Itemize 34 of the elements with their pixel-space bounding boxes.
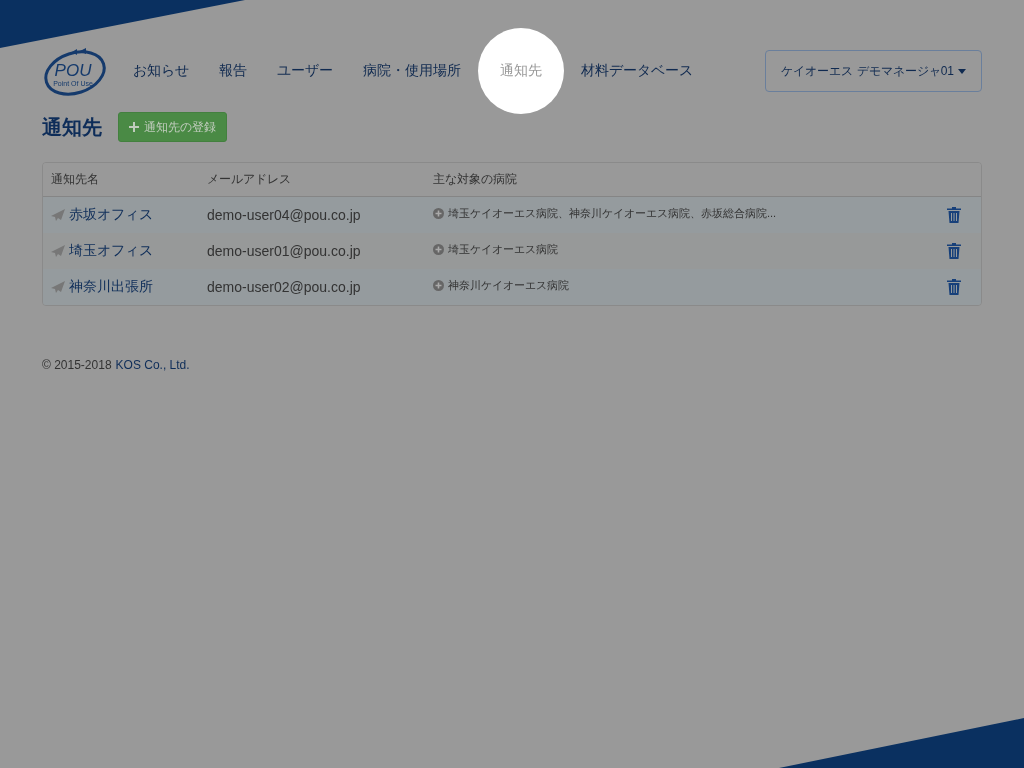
hospital-list: 埼玉ケイオーエス病院、神奈川ケイオーエス病院、赤坂総合病院... bbox=[448, 205, 777, 221]
plus-circle-icon bbox=[433, 279, 444, 291]
company-link[interactable]: KOS Co., Ltd. bbox=[115, 358, 190, 372]
add-button[interactable]: 通知先の登録 bbox=[118, 112, 227, 142]
plus-circle-icon bbox=[433, 207, 444, 219]
plus-icon bbox=[129, 122, 139, 132]
paper-plane-icon bbox=[51, 245, 65, 257]
column-header: メールアドレス bbox=[206, 171, 292, 188]
hospital-list: 神奈川ケイオーエス病院 bbox=[448, 277, 569, 293]
nav-link[interactable]: お知らせ bbox=[118, 51, 204, 91]
recipient-link[interactable]: 赤坂オフィス bbox=[43, 206, 199, 224]
plus-circle-icon bbox=[433, 243, 444, 255]
trash-icon[interactable] bbox=[947, 207, 961, 223]
trash-icon[interactable] bbox=[947, 243, 961, 259]
trash-icon[interactable] bbox=[947, 279, 961, 295]
column-header: 主な対象の病院 bbox=[432, 171, 518, 188]
paper-plane-icon bbox=[51, 209, 65, 221]
nav-link[interactable]: 病院・使用場所 bbox=[348, 51, 476, 91]
email-cell-text: demo-user02@pou.co.jp bbox=[206, 279, 362, 295]
nav-link[interactable]: 材料データベース bbox=[566, 51, 708, 91]
nav-link[interactable]: 通知先 bbox=[478, 28, 564, 114]
email-cell-text: demo-user01@pou.co.jp bbox=[206, 243, 362, 259]
nav-link[interactable]: ユーザー bbox=[262, 51, 348, 91]
paper-plane-icon bbox=[51, 281, 65, 293]
hospital-list: 埼玉ケイオーエス病院 bbox=[448, 241, 558, 257]
copyright-text: © 2015-2018 bbox=[42, 358, 112, 372]
recipient-link[interactable]: 埼玉オフィス bbox=[43, 242, 199, 260]
recipient-link[interactable]: 神奈川出張所 bbox=[43, 278, 199, 296]
caret-icon bbox=[958, 68, 966, 74]
page-title: 通知先 bbox=[42, 114, 102, 140]
nav-link[interactable]: 報告 bbox=[204, 51, 262, 91]
email-cell-text: demo-user04@pou.co.jp bbox=[206, 207, 362, 223]
user-menu-button[interactable]: ケイオーエス デモマネージャ01 bbox=[765, 50, 982, 92]
column-header: 通知先名 bbox=[50, 171, 100, 188]
